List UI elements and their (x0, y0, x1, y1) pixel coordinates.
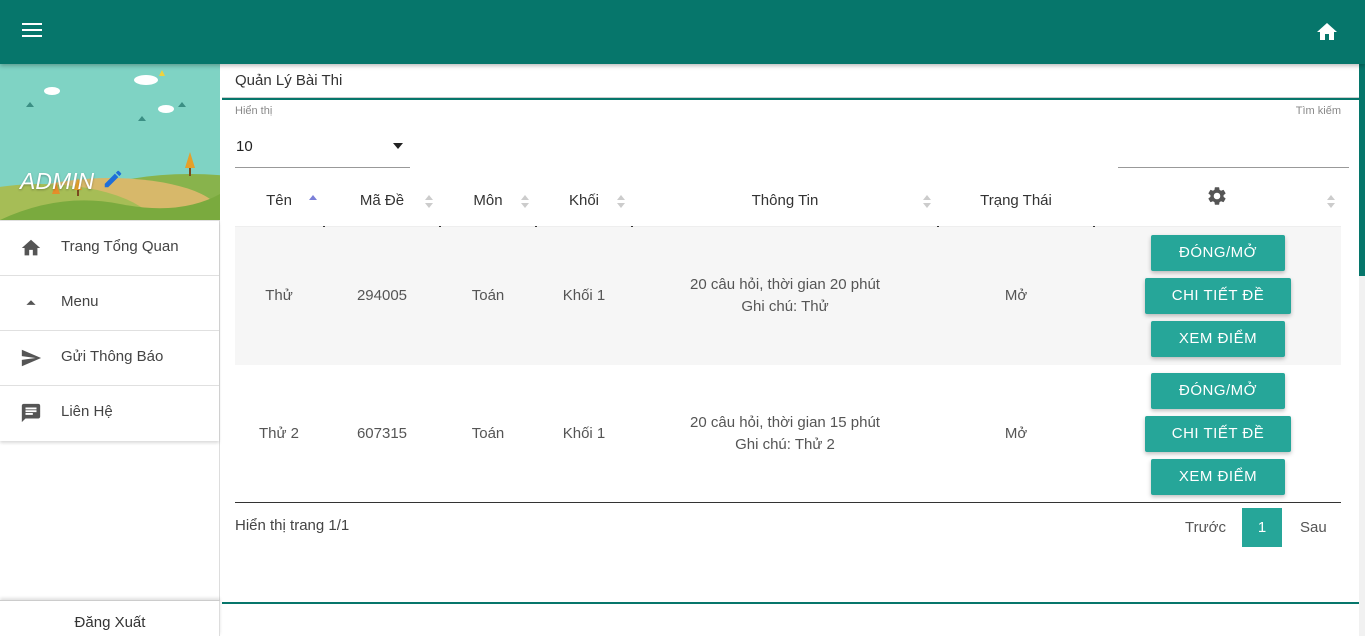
scrollbar-track[interactable] (1359, 276, 1365, 636)
sidebar-item-contact[interactable]: Liên Hệ (0, 386, 219, 441)
top-app-bar (0, 0, 1365, 64)
cell-ma-de: 294005 (356, 287, 408, 304)
sidebar-item-label: Liên Hệ (61, 403, 113, 420)
column-header-label: Mã Đề (359, 192, 405, 209)
sort-icon (521, 195, 529, 209)
edit-pencil-icon[interactable] (102, 168, 124, 190)
sidebar-item-label: Menu (61, 293, 99, 310)
main-content: Quản Lý Bài Thi Hiển thị 10 Tìm kiếm Tên… (222, 64, 1361, 636)
sort-icon (1327, 195, 1335, 209)
cell-thong-tin: 20 câu hỏi, thời gian 20 phút Ghi chú: T… (633, 227, 937, 365)
chevron-down-icon (393, 143, 403, 149)
column-header-label: Thông Tin (751, 192, 819, 209)
table-row: Thử 294005 Toán Khối 1 20 câu hỏi, thời … (235, 227, 1341, 365)
show-entries-value: 10 (236, 138, 253, 155)
chat-icon (21, 403, 41, 423)
column-header-label: Môn (473, 192, 503, 209)
show-entries-select[interactable]: 10 (235, 126, 410, 168)
sidebar-nav: Trang Tổng Quan Menu Gửi Thông Báo Liên … (0, 220, 219, 441)
column-header-trang-thai: Trạng Thái (939, 176, 1093, 227)
table-header: Tên Mã Đề Môn Khối Thông Tin Trạng Thái (235, 176, 1341, 227)
cell-mon: Toán (471, 287, 505, 304)
pagination-page-1[interactable]: 1 (1242, 508, 1282, 547)
scrollbar-thumb[interactable] (1359, 64, 1365, 276)
cell-ma-de: 607315 (356, 425, 408, 442)
sort-icon (617, 195, 625, 209)
column-header-label: Tên (266, 192, 292, 209)
landscape-illustration (0, 64, 220, 220)
column-header-label: Trạng Thái (980, 192, 1052, 209)
table-bottom-border (235, 502, 1341, 503)
exam-detail-button[interactable]: CHI TIẾT ĐỀ (1145, 278, 1291, 314)
toggle-open-close-button[interactable]: ĐÓNG/MỞ (1151, 235, 1285, 271)
info-line-1: 20 câu hỏi, thời gian 20 phút (690, 276, 880, 293)
sidebar-item-label: Gửi Thông Báo (61, 348, 164, 365)
column-header-khoi[interactable]: Khối (537, 176, 631, 227)
cell-actions: ĐÓNG/MỞ CHI TIẾT ĐỀ XEM ĐIỂM (1144, 365, 1291, 503)
info-line-2: Ghi chú: Thử 2 (735, 436, 835, 453)
toggle-open-close-button[interactable]: ĐÓNG/MỞ (1151, 373, 1285, 409)
sort-icon (425, 195, 433, 209)
info-line-2: Ghi chú: Thử (741, 298, 829, 315)
show-entries-label: Hiển thị (235, 105, 273, 117)
admin-name: ADMIN (20, 168, 95, 194)
column-header-thong-tin[interactable]: Thông Tin (633, 176, 937, 227)
search-input[interactable] (1118, 126, 1349, 168)
home-icon (21, 239, 41, 256)
sidebar: ADMIN Trang Tổng Quan Menu Gửi Thông Báo… (0, 64, 220, 636)
sidebar-item-send-notification[interactable]: Gửi Thông Báo (0, 331, 219, 386)
sidebar-profile-banner: ADMIN (0, 64, 220, 220)
info-line-1: 20 câu hỏi, thời gian 15 phút (690, 414, 880, 431)
hamburger-icon[interactable] (22, 23, 42, 41)
search-label: Tìm kiếm (1295, 105, 1341, 117)
gear-icon (1208, 187, 1226, 205)
exams-table: Tên Mã Đề Môn Khối Thông Tin Trạng Thái (235, 176, 1341, 503)
cell-actions: ĐÓNG/MỞ CHI TIẾT ĐỀ XEM ĐIỂM (1144, 227, 1291, 365)
divider (222, 98, 1361, 100)
sidebar-item-dashboard[interactable]: Trang Tổng Quan (0, 221, 219, 276)
view-scores-button[interactable]: XEM ĐIỂM (1151, 459, 1285, 495)
pagination-prev-button[interactable]: Trước (1185, 519, 1226, 536)
cell-ten: Thử (265, 287, 293, 304)
cell-khoi: Khối 1 (562, 425, 606, 442)
caret-up-icon (26, 300, 36, 305)
pagination-next-button[interactable]: Sau (1300, 519, 1327, 536)
footer-divider (222, 602, 1361, 604)
logout-button[interactable]: Đăng Xuất (0, 600, 220, 636)
send-icon (21, 349, 42, 367)
table-row: Thử 2 607315 Toán Khối 1 20 câu hỏi, thờ… (235, 365, 1341, 503)
column-header-ma-de[interactable]: Mã Đề (325, 176, 439, 227)
sort-asc-icon (309, 195, 317, 209)
view-scores-button[interactable]: XEM ĐIỂM (1151, 321, 1285, 357)
exam-detail-button[interactable]: CHI TIẾT ĐỀ (1145, 416, 1291, 452)
cell-trang-thai: Mở (1004, 425, 1028, 442)
sidebar-item-menu[interactable]: Menu (0, 276, 219, 331)
column-header-mon[interactable]: Môn (441, 176, 535, 227)
cell-khoi: Khối 1 (562, 287, 606, 304)
column-header-ten[interactable]: Tên (235, 176, 323, 227)
page-title: Quản Lý Bài Thi (235, 72, 343, 89)
cell-mon: Toán (471, 425, 505, 442)
pagination-info: Hiển thị trang 1/1 (235, 517, 350, 534)
home-icon[interactable] (1315, 20, 1339, 44)
cell-thong-tin: 20 câu hỏi, thời gian 15 phút Ghi chú: T… (633, 365, 937, 503)
sort-icon (923, 195, 931, 209)
sidebar-item-label: Trang Tổng Quan (61, 238, 179, 255)
cell-ten: Thử 2 (258, 425, 300, 442)
page-header: Quản Lý Bài Thi (222, 64, 1361, 98)
cell-trang-thai: Mở (1004, 287, 1028, 304)
column-header-label: Khối (568, 192, 600, 209)
